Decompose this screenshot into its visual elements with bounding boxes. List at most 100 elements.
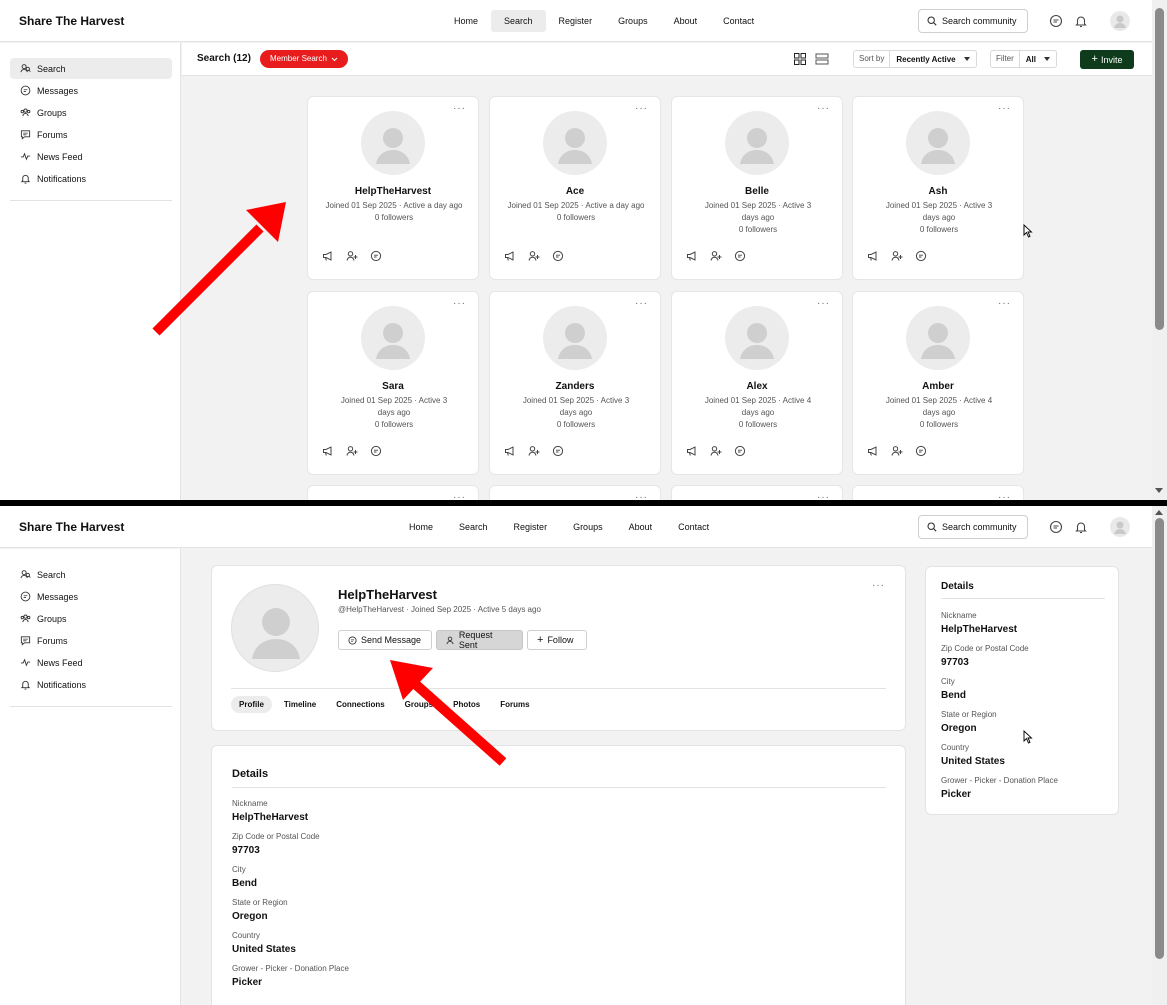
sidebar-item-forums[interactable]: Forums (10, 124, 172, 145)
send-message-button[interactable]: Send Message (338, 630, 432, 650)
follow-megaphone-icon[interactable] (867, 445, 879, 457)
message-icon[interactable] (915, 445, 927, 457)
member-avatar[interactable] (543, 306, 607, 370)
message-icon[interactable] (915, 250, 927, 262)
message-icon[interactable] (552, 445, 564, 457)
member-card[interactable]: ··· Alex Joined 01 Sep 2025 · Active 4 days… (671, 291, 843, 475)
sidebar-item-search[interactable]: Search (10, 564, 172, 585)
member-card[interactable]: ··· Belle Joined 01 Sep 2025 · Active 3 day… (671, 96, 843, 280)
sort-by-dropdown[interactable]: Sort by Recently Active (853, 50, 977, 68)
message-icon[interactable] (734, 250, 746, 262)
page-scrollbar[interactable] (1152, 0, 1167, 500)
sidebar-item-notifications[interactable]: Notifications (10, 674, 172, 695)
tab-connections[interactable]: Connections (328, 696, 392, 713)
add-connection-icon[interactable] (891, 445, 903, 457)
member-name[interactable]: Zanders (490, 381, 660, 392)
tab-timeline[interactable]: Timeline (276, 696, 324, 713)
add-connection-icon[interactable] (346, 250, 358, 262)
tab-profile[interactable]: Profile (231, 696, 272, 713)
more-options-icon[interactable]: ··· (872, 580, 885, 591)
card-more-options-icon[interactable]: ··· (453, 103, 466, 114)
add-connection-icon[interactable] (710, 250, 722, 262)
add-connection-icon[interactable] (528, 445, 540, 457)
member-name[interactable]: Belle (672, 186, 842, 197)
add-connection-icon[interactable] (346, 445, 358, 457)
member-avatar[interactable] (725, 111, 789, 175)
member-card[interactable]: ··· Amber Joined 01 Sep 2025 · Active 4 day… (852, 291, 1024, 475)
invite-button[interactable]: + Invite (1080, 50, 1134, 69)
member-card[interactable]: ··· HelpTheHarvest Joined 01 Sep 2025 · Ac… (307, 96, 479, 280)
grid-view-icon[interactable] (793, 52, 807, 66)
member-avatar[interactable] (906, 306, 970, 370)
message-icon[interactable] (370, 445, 382, 457)
member-card-partial[interactable]: ··· (307, 485, 479, 500)
scrollbar-thumb[interactable] (1155, 8, 1164, 330)
list-view-icon[interactable] (815, 52, 829, 66)
follow-megaphone-icon[interactable] (322, 250, 334, 262)
card-more-options-icon[interactable]: ··· (817, 492, 830, 500)
member-avatar[interactable] (361, 111, 425, 175)
nav-groups[interactable]: Groups (560, 516, 616, 538)
follow-megaphone-icon[interactable] (322, 445, 334, 457)
add-connection-icon[interactable] (710, 445, 722, 457)
nav-about[interactable]: About (616, 516, 666, 538)
tab-groups[interactable]: Groups (397, 696, 441, 713)
messages-icon[interactable] (1048, 13, 1064, 29)
message-icon[interactable] (370, 250, 382, 262)
follow-megaphone-icon[interactable] (504, 445, 516, 457)
member-card-partial[interactable]: ··· (671, 485, 843, 500)
card-more-options-icon[interactable]: ··· (817, 103, 830, 114)
card-more-options-icon[interactable]: ··· (635, 492, 648, 500)
messages-icon[interactable] (1048, 519, 1064, 535)
follow-button[interactable]: + Follow (527, 630, 587, 650)
member-card[interactable]: ··· Zanders Joined 01 Sep 2025 · Active 3 d… (489, 291, 661, 475)
user-avatar[interactable] (1110, 11, 1130, 31)
nav-home[interactable]: Home (396, 516, 446, 538)
scrollbar-thumb[interactable] (1155, 518, 1164, 959)
member-name[interactable]: Alex (672, 381, 842, 392)
card-more-options-icon[interactable]: ··· (998, 103, 1011, 114)
sidebar-item-forums[interactable]: Forums (10, 630, 172, 651)
card-more-options-icon[interactable]: ··· (998, 492, 1011, 500)
site-logo[interactable]: Share The Harvest (19, 14, 124, 28)
member-name[interactable]: Sara (308, 381, 478, 392)
user-avatar[interactable] (1110, 517, 1130, 537)
message-icon[interactable] (734, 445, 746, 457)
bell-icon[interactable] (1073, 13, 1089, 29)
sidebar-item-notifications[interactable]: Notifications (10, 168, 172, 189)
sidebar-item-messages[interactable]: Messages (10, 586, 172, 607)
message-icon[interactable] (552, 250, 564, 262)
card-more-options-icon[interactable]: ··· (635, 103, 648, 114)
follow-megaphone-icon[interactable] (686, 250, 698, 262)
member-name[interactable]: HelpTheHarvest (308, 186, 478, 197)
member-name[interactable]: Ash (853, 186, 1023, 197)
sidebar-item-search[interactable]: Search (10, 58, 172, 79)
filter-dropdown[interactable]: Filter All (990, 50, 1058, 68)
tab-photos[interactable]: Photos (445, 696, 488, 713)
nav-search[interactable]: Search (491, 10, 546, 32)
follow-megaphone-icon[interactable] (686, 445, 698, 457)
member-avatar[interactable] (361, 306, 425, 370)
card-more-options-icon[interactable]: ··· (453, 298, 466, 309)
scroll-down-arrow-icon[interactable] (1155, 488, 1163, 493)
member-card[interactable]: ··· Ace Joined 01 Sep 2025 · Active a day … (489, 96, 661, 280)
nav-groups[interactable]: Groups (605, 10, 661, 32)
site-logo[interactable]: Share The Harvest (19, 520, 124, 534)
search-community-button[interactable]: Search community (918, 9, 1028, 33)
scroll-up-arrow-icon[interactable] (1155, 510, 1163, 515)
tab-forums[interactable]: Forums (492, 696, 537, 713)
nav-about[interactable]: About (661, 10, 711, 32)
sidebar-item-groups[interactable]: Groups (10, 102, 172, 123)
card-more-options-icon[interactable]: ··· (453, 492, 466, 500)
bell-icon[interactable] (1073, 519, 1089, 535)
member-card-partial[interactable]: ··· (489, 485, 661, 500)
member-avatar[interactable] (543, 111, 607, 175)
nav-search[interactable]: Search (446, 516, 501, 538)
nav-register[interactable]: Register (501, 516, 561, 538)
sidebar-item-news-feed[interactable]: News Feed (10, 146, 172, 167)
add-connection-icon[interactable] (891, 250, 903, 262)
search-community-button[interactable]: Search community (918, 515, 1028, 539)
nav-register[interactable]: Register (546, 10, 606, 32)
add-connection-icon[interactable] (528, 250, 540, 262)
nav-home[interactable]: Home (441, 10, 491, 32)
